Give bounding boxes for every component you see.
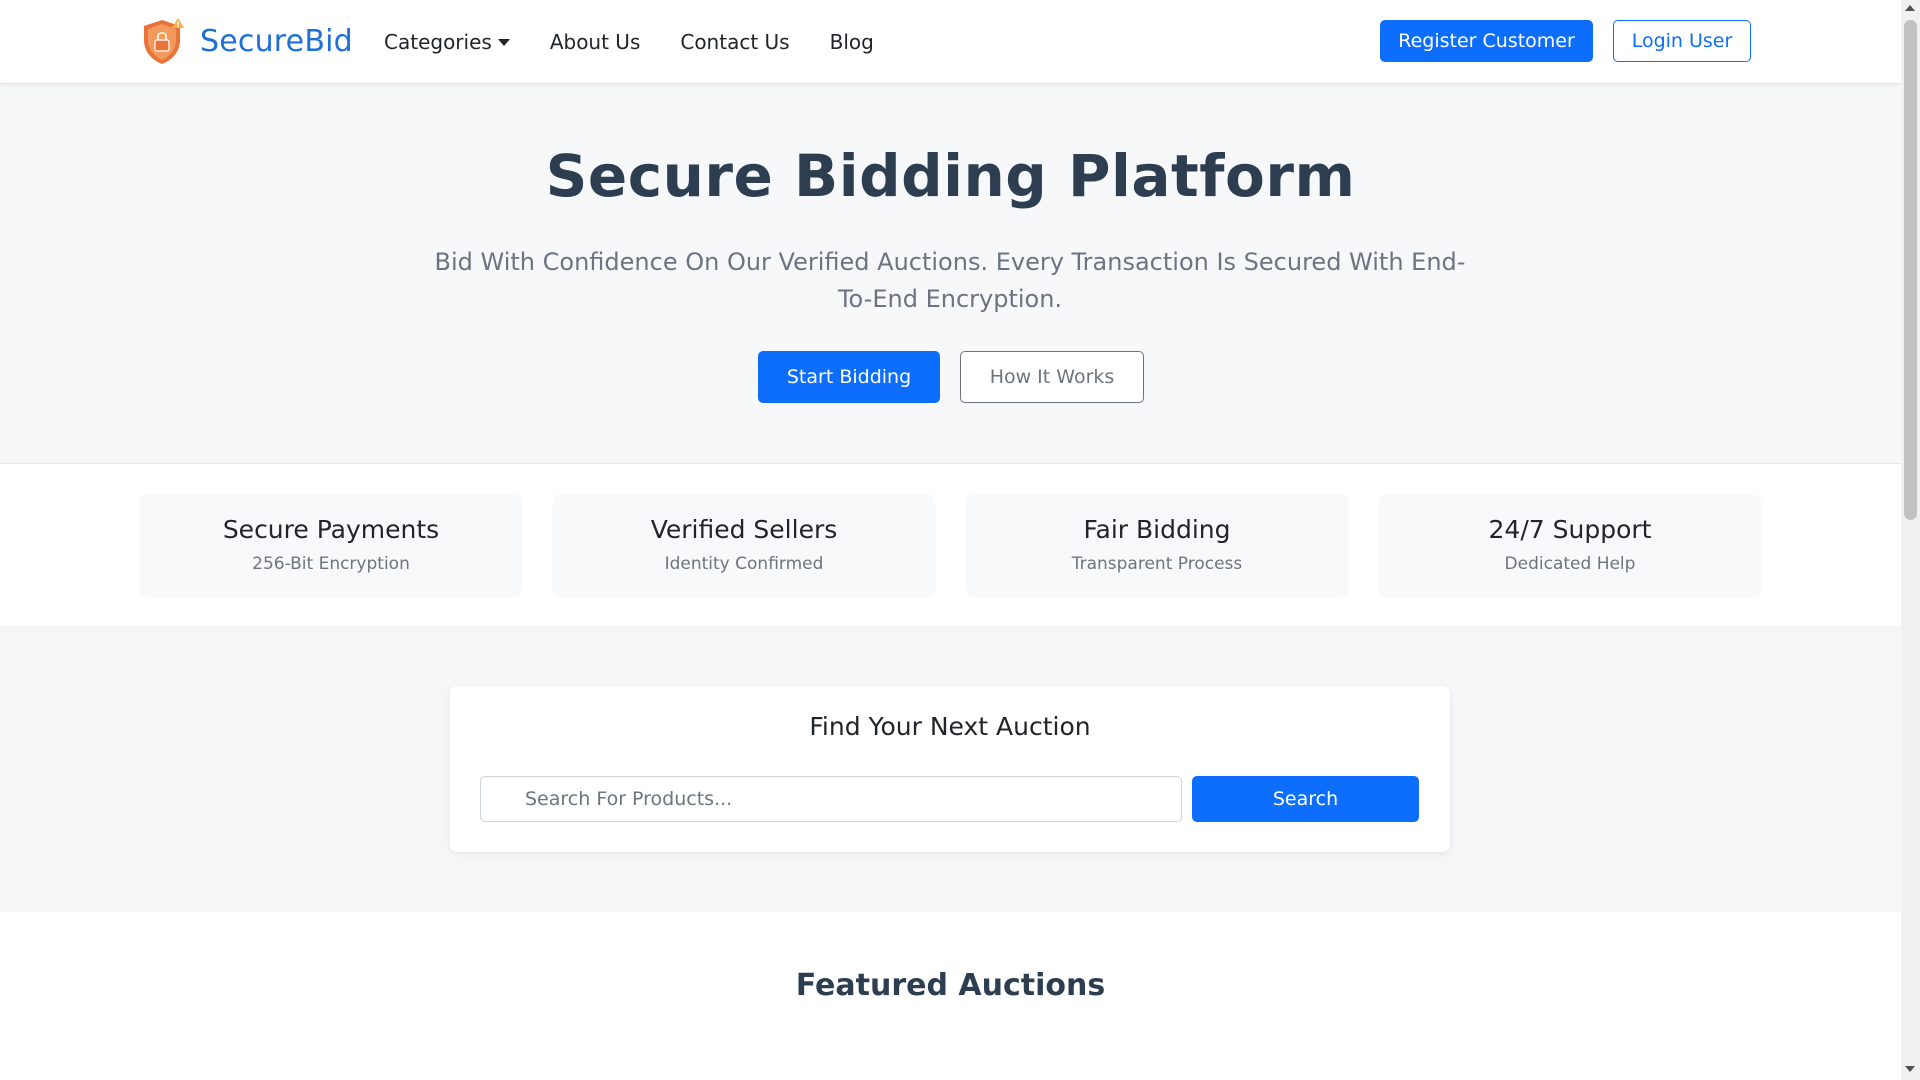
login-user-button[interactable]: Login User [1613,20,1751,62]
search-input[interactable] [480,776,1182,822]
start-bidding-button[interactable]: Start Bidding [758,351,940,403]
search-button[interactable]: Search [1192,776,1419,822]
feature-title: Verified Sellers [650,515,838,544]
scroll-up-arrow-icon[interactable] [1905,5,1915,11]
caret-down-icon [497,39,510,46]
page-scrollbar[interactable] [1901,0,1920,1080]
featured-auctions-title: Featured Auctions [795,968,1106,1003]
nav-links: Categories About Us Contact Us Blog [384,0,914,83]
feature-desc: Dedicated Help [1504,554,1636,574]
hero-title: Secure Bidding Platform [545,142,1356,210]
nav-categories-label: Categories [384,29,492,54]
feature-title: Secure Payments [222,515,440,544]
feature-desc: 256-Bit Encryption [252,554,410,574]
brand-link[interactable]: SecureBid [140,16,353,66]
hero-subtitle: Bid With Confidence On Our Verified Auct… [434,248,1466,313]
features-section: Secure Payments 256-Bit Encryption Verif… [0,464,1901,626]
search-card: Find Your Next Auction Search [450,686,1450,852]
feature-card-fair-bidding: Fair Bidding Transparent Process [966,495,1348,596]
feature-card-support: 24/7 Support Dedicated Help [1379,495,1761,596]
navbar: SecureBid Categories About Us Contact Us… [0,0,1901,84]
scrollbar-thumb[interactable] [1904,20,1917,520]
nav-categories-dropdown[interactable]: Categories [384,30,510,54]
feature-desc: Identity Confirmed [664,554,824,574]
page: SecureBid Categories About Us Contact Us… [0,0,1901,1080]
feature-title: 24/7 Support [1488,515,1652,544]
feature-title: Fair Bidding [1083,515,1231,544]
nav-blog-link[interactable]: Blog [830,30,874,54]
feature-card-secure-payments: Secure Payments 256-Bit Encryption [140,495,522,596]
brand-name: SecureBid [200,23,353,59]
feature-card-verified-sellers: Verified Sellers Identity Confirmed [553,495,935,596]
how-it-works-button[interactable]: How It Works [960,351,1144,403]
search-title: Find Your Next Auction [809,712,1091,741]
nav-contact-link[interactable]: Contact Us [680,30,789,54]
scroll-down-arrow-icon[interactable] [1905,1066,1915,1072]
register-customer-button[interactable]: Register Customer [1380,20,1593,62]
feature-desc: Transparent Process [1071,554,1243,574]
nav-about-link[interactable]: About Us [550,30,641,54]
shield-lock-icon [144,18,184,64]
featured-auctions-section: Featured Auctions [0,912,1901,1080]
hero-section: Secure Bidding Platform Bid With Confide… [0,84,1901,464]
search-section: Find Your Next Auction Search [0,626,1901,912]
